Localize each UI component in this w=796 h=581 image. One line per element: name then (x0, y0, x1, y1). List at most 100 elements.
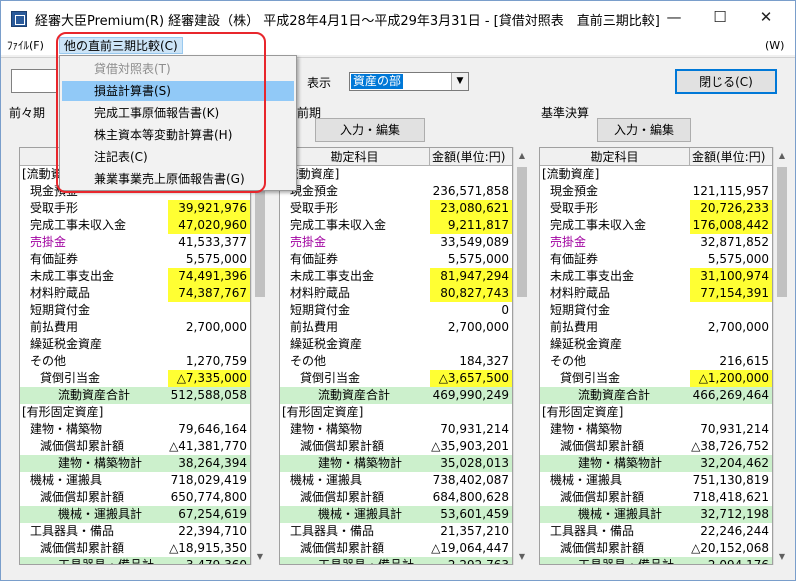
table-row[interactable]: 売掛金 41,533,377 (20, 234, 250, 251)
amount-value[interactable]: 77,154,391 (690, 285, 772, 302)
amount-value[interactable]: △18,915,350 (168, 540, 250, 557)
table-row[interactable]: 建物・構築物計 35,028,013 (280, 455, 512, 472)
amount-value[interactable]: 21,357,210 (430, 523, 512, 540)
amount-value[interactable]: 80,827,743 (430, 285, 512, 302)
table-row[interactable]: 機械・運搬具計 67,254,619 (20, 506, 250, 523)
scroll-down-icon[interactable]: ▼ (514, 548, 530, 565)
table-row[interactable]: 減価償却累計額 △35,903,201 (280, 438, 512, 455)
amount-value[interactable]: 2,700,000 (430, 319, 512, 336)
table-row[interactable]: [有形固定資産] (280, 404, 512, 421)
table-row[interactable]: [有形固定資産] (20, 404, 250, 421)
amount-value[interactable] (690, 302, 772, 319)
table-row[interactable]: 流動資産合計 512,588,058 (20, 387, 250, 404)
amount-value[interactable]: 2,292,763 (430, 557, 512, 564)
amount-value[interactable]: 0 (430, 302, 512, 319)
table-row[interactable]: 建物・構築物 79,646,164 (20, 421, 250, 438)
amount-value[interactable]: 22,246,244 (690, 523, 772, 540)
amount-value[interactable]: 81,947,294 (430, 268, 512, 285)
close-window-button[interactable]: ✕ (743, 1, 789, 33)
amount-value[interactable]: 718,418,621 (690, 489, 772, 506)
table-row[interactable]: 減価償却累計額 684,800,628 (280, 489, 512, 506)
table-row[interactable]: 減価償却累計額 △18,915,350 (20, 540, 250, 557)
table-row[interactable]: 材料貯蔵品 77,154,391 (540, 285, 772, 302)
amount-value[interactable]: 5,575,000 (168, 251, 250, 268)
table-row[interactable]: 減価償却累計額 650,774,800 (20, 489, 250, 506)
maximize-button[interactable]: ☐ (697, 1, 743, 33)
table-row[interactable]: 売掛金 33,549,089 (280, 234, 512, 251)
amount-value[interactable]: 5,575,000 (690, 251, 772, 268)
table-row[interactable]: 減価償却累計額 718,418,621 (540, 489, 772, 506)
table-row[interactable]: 機械・運搬具 738,402,087 (280, 472, 512, 489)
table-row[interactable]: 有価証券 5,575,000 (280, 251, 512, 268)
table-row[interactable]: 短期貸付金 (20, 302, 250, 319)
table-row[interactable]: 前払費用 2,700,000 (540, 319, 772, 336)
close-button[interactable]: 閉じる(C) (675, 69, 777, 94)
amount-value[interactable]: 718,029,419 (168, 472, 250, 489)
amount-value[interactable]: 176,008,442 (690, 217, 772, 234)
amount-value[interactable]: 236,571,858 (430, 183, 512, 200)
table-row[interactable]: 工具器具・備品計 2,292,763 (280, 557, 512, 564)
amount-value[interactable]: 33,549,089 (430, 234, 512, 251)
amount-value[interactable]: 32,712,198 (690, 506, 772, 523)
amount-value[interactable]: 738,402,087 (430, 472, 512, 489)
table-row[interactable]: 短期貸付金 (540, 302, 772, 319)
table-row[interactable]: 貸倒引当金 △1,200,000 (540, 370, 772, 387)
amount-value[interactable]: 38,264,394 (168, 455, 250, 472)
amount-value[interactable]: 74,387,767 (168, 285, 250, 302)
table-row[interactable]: 工具器具・備品計 3,479,360 (20, 557, 250, 564)
amount-value[interactable]: △1,200,000 (690, 370, 772, 387)
table-row[interactable]: 受取手形 20,726,233 (540, 200, 772, 217)
table-row[interactable]: その他 216,615 (540, 353, 772, 370)
table-row[interactable]: その他 184,327 (280, 353, 512, 370)
amount-value[interactable]: 466,269,464 (690, 387, 772, 404)
amount-value[interactable]: 22,394,710 (168, 523, 250, 540)
amount-value[interactable] (690, 336, 772, 353)
table-row[interactable]: 有価証券 5,575,000 (540, 251, 772, 268)
amount-value[interactable] (430, 166, 512, 183)
table-row[interactable]: 工具器具・備品計 2,094,176 (540, 557, 772, 564)
amount-value[interactable] (690, 166, 772, 183)
table-row[interactable]: 貸倒引当金 △7,335,000 (20, 370, 250, 387)
amount-value[interactable] (430, 336, 512, 353)
amount-value[interactable]: 31,100,974 (690, 268, 772, 285)
grid-two-periods-ago[interactable]: 勘定科目金額(単位:円)[流動資産]現金預金受取手形39,921,976完成工事… (19, 147, 251, 565)
amount-value[interactable]: 751,130,819 (690, 472, 772, 489)
table-row[interactable]: 完成工事未収入金 176,008,442 (540, 217, 772, 234)
table-row[interactable]: 前払費用 2,700,000 (20, 319, 250, 336)
amount-value[interactable] (430, 404, 512, 421)
amount-value[interactable]: 67,254,619 (168, 506, 250, 523)
table-row[interactable]: 工具器具・備品 22,246,244 (540, 523, 772, 540)
scroll-down-icon[interactable]: ▼ (774, 548, 790, 565)
scroll-up-icon[interactable]: ▲ (514, 147, 530, 164)
amount-value[interactable]: 32,871,852 (690, 234, 772, 251)
table-row[interactable]: 未成工事支出金 31,100,974 (540, 268, 772, 285)
amount-value[interactable]: 35,028,013 (430, 455, 512, 472)
amount-value[interactable]: 47,020,960 (168, 217, 250, 234)
chevron-down-icon[interactable]: ▼ (451, 73, 468, 90)
amount-value[interactable]: 32,204,462 (690, 455, 772, 472)
scrollbar-base-settlement[interactable]: ▲ ▼ (773, 147, 790, 565)
amount-value[interactable]: 3,479,360 (168, 557, 250, 564)
amount-value[interactable]: 1,270,759 (168, 353, 250, 370)
amount-value[interactable]: 53,601,459 (430, 506, 512, 523)
amount-value[interactable]: 184,327 (430, 353, 512, 370)
amount-value[interactable]: △41,381,770 (168, 438, 250, 455)
amount-value[interactable]: △38,726,752 (690, 438, 772, 455)
header-amount[interactable]: 金額(単位:円) (430, 148, 512, 165)
amount-value[interactable]: 9,211,817 (430, 217, 512, 234)
grid-base-settlement[interactable]: 勘定科目 金額(単位:円) [流動資産] 現金預金 121,115,957 受取手形 20,… (539, 147, 773, 565)
table-row[interactable]: 完成工事未収入金 9,211,817 (280, 217, 512, 234)
amount-value[interactable]: 512,588,058 (168, 387, 250, 404)
table-row[interactable]: 減価償却累計額 △41,381,770 (20, 438, 250, 455)
amount-value[interactable] (168, 336, 250, 353)
amount-value[interactable] (168, 302, 250, 319)
table-row[interactable]: 機械・運搬具 718,029,419 (20, 472, 250, 489)
table-row[interactable]: その他 1,270,759 (20, 353, 250, 370)
amount-value[interactable] (690, 404, 772, 421)
toolbar-box[interactable] (11, 69, 57, 93)
amount-value[interactable]: 70,931,214 (690, 421, 772, 438)
table-row[interactable]: 材料貯蔵品 74,387,767 (20, 285, 250, 302)
table-row[interactable]: [有形固定資産] (540, 404, 772, 421)
edit-button-base[interactable]: 入力・編集 (597, 118, 691, 142)
amount-value[interactable]: △3,657,500 (430, 370, 512, 387)
